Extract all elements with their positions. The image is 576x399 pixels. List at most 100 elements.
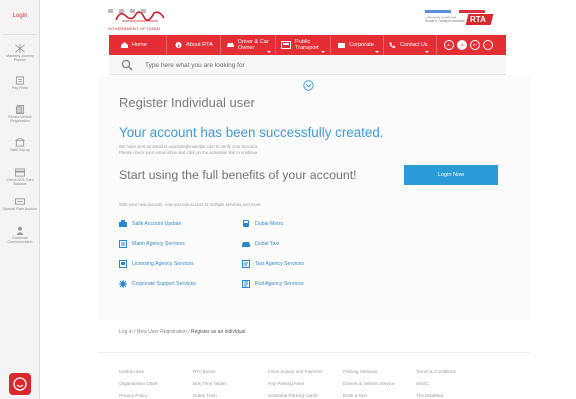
success-message: Your account has been successfully creat… [119,125,384,140]
page-title: Register Individual user [119,95,255,110]
renew-vehicle-icon [15,105,25,114]
sidebar-item-renew-vehicle[interactable]: Renew Vehicle Registration [0,105,40,124]
sidebar-item-label: Salik Top-up [10,148,30,152]
service-label: Dubai Metro [255,221,284,227]
footer-column: Terms & Conditions eNOC The Disabled [416,366,506,399]
nav-separator [436,35,437,55]
nav-label: Home [132,42,147,48]
metro-icon [243,220,249,227]
service-label: Rail Agency Services [255,281,304,287]
taxi-icon [242,242,250,247]
rail-icon [242,280,250,288]
sidebar-divider [3,34,37,35]
taxi-agency-icon [242,260,250,268]
footer-link[interactable]: The Disabled [416,390,506,399]
nol-card-icon [15,168,25,177]
nav-label: Corporate [349,42,374,48]
pay-fines-icon [15,76,25,85]
government-of-dubai-label: GOVERNMENT OF DUBAI [108,26,161,31]
sidebar-item-label: Special Plate Auction [3,207,37,211]
font-decrease-button[interactable]: A- [444,40,454,50]
benefits-note: With your new account, now you can acces… [119,202,262,207]
plate-icon [15,198,25,205]
phone-icon [389,42,396,48]
bus-icon [281,40,291,49]
footer-link[interactable]: eNOC [416,378,506,390]
breadcrumb: Log in / New User Registration / Registe… [119,329,246,335]
chevron-down-circle-icon[interactable] [303,80,314,91]
sidebar-item-label: Pay Fines [12,86,28,90]
service-rail-agency[interactable]: Rail Agency Services [242,279,304,289]
search-bar [109,55,506,75]
service-label: Licensing Agency Services [132,261,194,267]
rta-badge-text: RTA [470,15,486,24]
nav-separator [220,35,221,55]
accessibility-button[interactable]: ··· [483,40,493,50]
login-link[interactable]: Login [0,13,40,19]
chevron-down-icon [375,51,379,53]
sidebar-item-label: Customer Communication [7,236,33,245]
nav-home[interactable]: Home [121,35,147,55]
sidebar-item-customer[interactable]: Customer Communication [0,226,40,245]
footer-link[interactable]: Terms & Conditions [416,366,506,378]
chevron-down-icon [321,51,325,53]
rta-logo[interactable]: هيئة الطرق والمواصلات Roads & Transport … [425,11,494,31]
marine-icon [119,240,127,248]
breadcrumb-current: Register as an individual [191,329,246,335]
nav-label: About RTA [186,42,213,48]
home-icon [121,42,128,48]
service-label: Salik Account Update [132,221,182,227]
licensing-icon [119,260,127,268]
nav-about[interactable]: About RTA [175,35,213,55]
sidebar-item-special-plate[interactable]: Special Plate Auction [0,197,40,211]
benefits-heading: Start using the full benefits of your ac… [119,168,357,182]
nav-driver-car-owner[interactable]: Driver & Car Owner [227,35,272,55]
chevron-down-icon [425,51,429,53]
government-of-dubai-logo[interactable]: GOVERNMENT OF DUBAI [108,8,178,34]
service-salik-account[interactable]: Salik Account Update [119,219,181,229]
footer-divider [98,352,530,353]
rta-badge: RTA [465,14,494,25]
verification-note: We have sent an email to example@example… [119,144,349,157]
verification-note-line: Please check your email inbox and click … [119,150,259,156]
left-sidebar: Login Mashreq Journey Planner Pay Fines … [0,0,40,399]
search-icon[interactable] [121,59,133,71]
nav-separator [330,35,331,55]
service-label: Dubai Taxi [255,241,280,247]
sidebar-item-nol-card[interactable]: Check NOL Card Balance [0,168,40,187]
nav-label: Driver & Car Owner [238,39,269,51]
salik-icon [15,138,25,147]
service-corporate-support[interactable]: Corporate Support Services [119,279,196,289]
breadcrumb-new-user[interactable]: New User Registration [137,329,187,335]
service-label: Marin Agency Services [132,241,185,247]
corporate-icon [338,43,345,48]
font-default-button[interactable]: A [457,40,467,50]
info-icon [175,42,182,48]
login-now-button[interactable]: Login Now [404,165,498,185]
service-taxi-agency[interactable]: Taxi Agency Services [242,259,304,269]
nav-contact[interactable]: Contact Us [389,35,428,55]
top-links[interactable] [425,0,505,13]
service-licensing-agency[interactable]: Licensing Agency Services [119,259,194,269]
sidebar-item-pay-fines[interactable]: Pay Fines [0,76,40,90]
search-input[interactable] [145,58,495,72]
corporate-support-icon [119,280,127,288]
service-label: Taxi Agency Services [255,261,305,267]
font-increase-button[interactable]: A+ [470,40,480,50]
service-dubai-metro[interactable]: Dubai Metro [242,219,283,229]
chevron-down-icon [267,51,271,53]
sidebar-item-label: Renew Vehicle Registration [8,115,32,124]
mashreq-icon [15,44,25,53]
salik-service-icon [119,220,127,227]
nav-corporate[interactable]: Corporate [338,35,374,55]
sidebar-item-salik[interactable]: Salik Top-up [0,138,40,152]
service-marine-agency[interactable]: Marin Agency Services [119,239,185,249]
car-icon [227,43,234,47]
rta-name: هيئة الطرق والمواصلات Roads & Transport … [425,15,465,23]
chat-button[interactable] [9,373,31,395]
sidebar-item-label: Check NOL Card Balance [6,178,34,187]
service-dubai-taxi[interactable]: Dubai Taxi [242,239,279,249]
breadcrumb-login[interactable]: Log in [119,329,133,335]
nav-separator [383,35,384,55]
sidebar-item-journey-planner[interactable]: Mashreq Journey Planner [0,44,40,63]
